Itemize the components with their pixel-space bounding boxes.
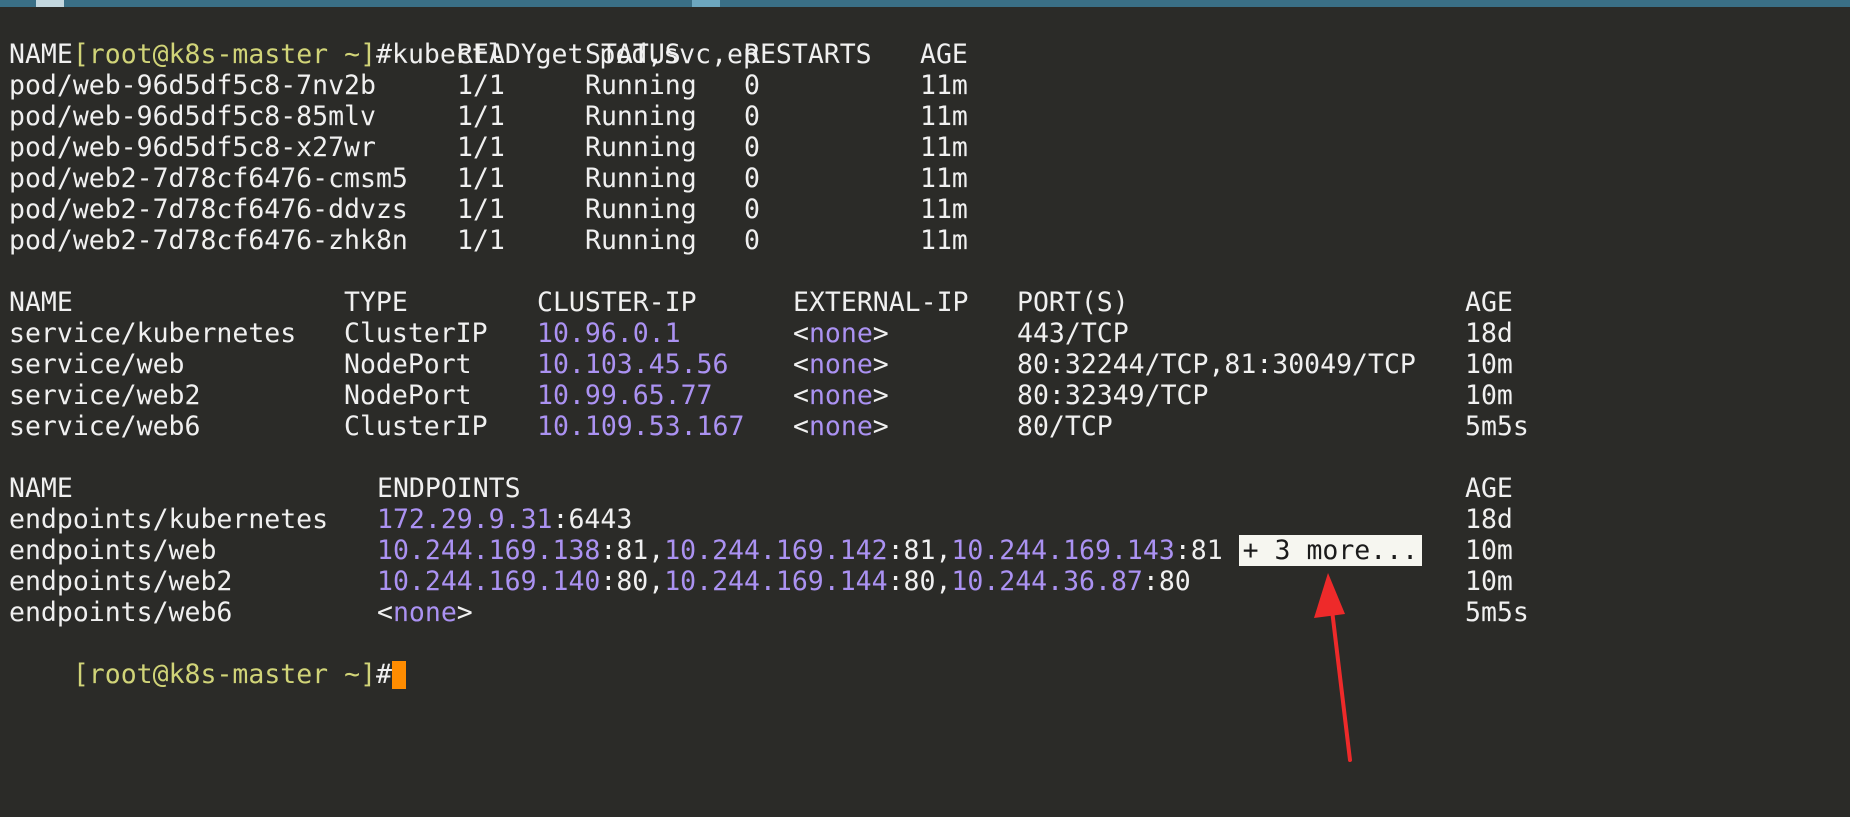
red-arrow-icon xyxy=(1314,573,1352,762)
